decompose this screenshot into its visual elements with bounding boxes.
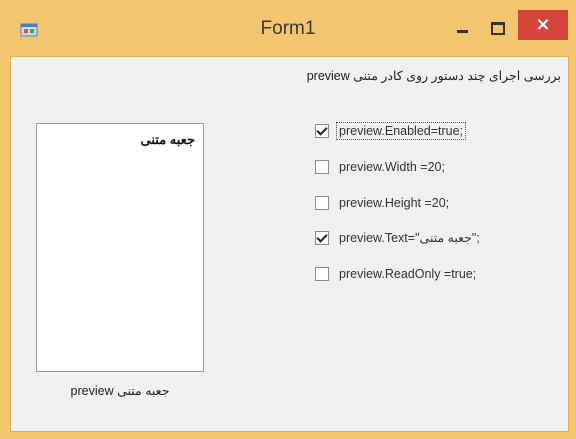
checkbox-label[interactable]: preview.Text="جعبه متنی"; bbox=[337, 230, 482, 246]
maximize-button[interactable] bbox=[480, 14, 514, 44]
minimize-button[interactable] bbox=[445, 14, 479, 44]
close-button[interactable]: × bbox=[518, 10, 568, 40]
preview-caption-label: جعبه متنی preview bbox=[70, 384, 170, 398]
checkbox-label[interactable]: preview.ReadOnly =true; bbox=[337, 266, 478, 282]
checkbox-label[interactable]: preview.Height =20; bbox=[337, 195, 451, 211]
checkbox-label[interactable]: preview.Width =20; bbox=[337, 159, 447, 175]
checkbox-box[interactable] bbox=[315, 231, 329, 245]
checkbox-box[interactable] bbox=[315, 160, 329, 174]
preview-textbox[interactable]: جعبه متنی bbox=[36, 123, 204, 372]
checkbox-box[interactable] bbox=[315, 267, 329, 281]
checkbox-label[interactable]: preview.Enabled=true; bbox=[336, 122, 467, 140]
title-bar[interactable]: Form1 × bbox=[0, 0, 576, 56]
close-icon: × bbox=[535, 14, 551, 35]
form1-window: Form1 × بررسی اجرای چند دستور روی کادر م… bbox=[0, 0, 576, 439]
checkbox-box[interactable] bbox=[315, 196, 329, 210]
form-heading: بررسی اجرای چند دستور روی کادر متنی prev… bbox=[306, 69, 561, 83]
preview-textbox-text: جعبه متنی bbox=[140, 132, 195, 147]
checkbox-box[interactable] bbox=[315, 124, 329, 138]
form-client-area: بررسی اجرای چند دستور روی کادر متنی prev… bbox=[10, 56, 569, 432]
